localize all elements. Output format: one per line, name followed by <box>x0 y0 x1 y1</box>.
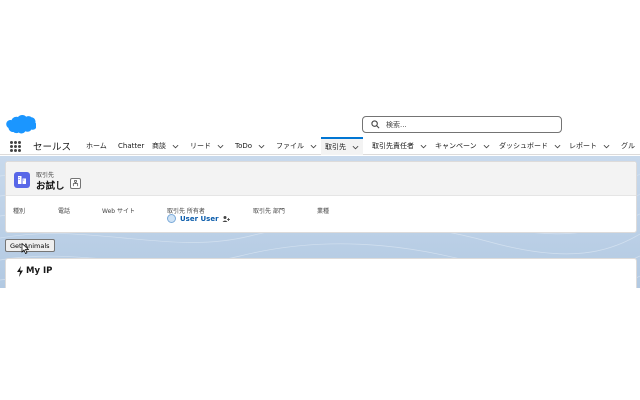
card-title: My IP <box>26 266 53 276</box>
navigation-bar: セールス ホーム Chatter 商談 リード ToDo ファイル 取引先 取引… <box>0 137 640 155</box>
nav-item-todo[interactable]: ToDo <box>235 137 265 155</box>
app-frame: セールス ホーム Chatter 商談 リード ToDo ファイル 取引先 取引… <box>0 0 640 400</box>
nav-item-label: ホーム <box>86 142 107 150</box>
chevron-down-icon[interactable] <box>420 143 427 150</box>
nav-item-files[interactable]: ファイル <box>276 137 317 155</box>
field-label-division: 取引先 部門 <box>253 208 285 215</box>
lightning-icon <box>17 266 23 277</box>
owner-link[interactable]: User User <box>180 215 219 223</box>
field-label-type: 種別 <box>13 208 26 215</box>
chevron-down-icon[interactable] <box>172 143 179 150</box>
my-ip-card: My IP <box>5 258 637 288</box>
nav-item-reports[interactable]: レポート <box>569 137 610 155</box>
hierarchy-icon <box>72 180 79 187</box>
nav-item-opportunities[interactable]: 商談 <box>152 137 179 155</box>
chevron-down-icon[interactable] <box>603 143 610 150</box>
nav-item-label: ToDo <box>235 142 253 150</box>
nav-item-label: Chatter <box>118 142 145 150</box>
nav-item-label: グル <box>621 142 635 150</box>
chevron-down-icon[interactable] <box>352 144 359 151</box>
view-hierarchy-button[interactable] <box>70 178 81 189</box>
search-icon <box>371 120 380 129</box>
nav-item-accounts[interactable]: 取引先 <box>321 137 363 155</box>
nav-item-label: ファイル <box>276 142 304 150</box>
chevron-down-icon[interactable] <box>217 143 224 150</box>
chevron-down-icon[interactable] <box>483 143 490 150</box>
salesforce-cloud-logo[interactable] <box>6 114 36 136</box>
field-label-industry: 業種 <box>317 208 330 215</box>
nav-item-chatter[interactable]: Chatter <box>118 137 144 155</box>
chevron-down-icon[interactable] <box>310 143 317 150</box>
nav-item-label: 取引先 <box>325 143 346 151</box>
nav-item-dashboards[interactable]: ダッシュボード <box>499 137 561 155</box>
nav-item-campaigns[interactable]: キャンペーン <box>435 137 490 155</box>
nav-item-label: ダッシュボード <box>499 142 548 150</box>
field-label-phone: 電話 <box>58 208 71 215</box>
mouse-cursor-icon <box>21 243 29 254</box>
nav-item-label: レポート <box>569 142 597 150</box>
nav-item-home[interactable]: ホーム <box>86 137 107 155</box>
record-header: 取引先 お試し <box>6 162 636 196</box>
chevron-down-icon[interactable] <box>258 143 265 150</box>
get-animals-button[interactable]: Get Animals <box>5 239 55 252</box>
search-input[interactable] <box>386 120 556 129</box>
global-search-box[interactable] <box>362 116 562 133</box>
nav-item-leads[interactable]: リード <box>190 137 224 155</box>
field-label-website: Web サイト <box>102 208 135 215</box>
app-name: セールス <box>33 142 72 153</box>
account-icon <box>14 172 30 188</box>
record-highlights-panel: 取引先 お試し 種別 電話 Web サイト 取引先 所有者 取引先 部門 業種 … <box>5 161 637 233</box>
nav-item-label: リード <box>190 142 211 150</box>
nav-item-label: 取引先責任者 <box>372 142 414 150</box>
chevron-down-icon[interactable] <box>554 143 561 150</box>
change-owner-icon[interactable] <box>222 215 230 223</box>
app-launcher-icon[interactable] <box>10 141 21 152</box>
user-avatar <box>167 214 176 223</box>
nav-item-label: キャンペーン <box>435 142 477 150</box>
nav-item-contacts[interactable]: 取引先責任者 <box>372 137 427 155</box>
nav-item-label: 商談 <box>152 142 166 150</box>
owner-field-value: User User <box>167 214 230 223</box>
record-title: お試し <box>36 181 65 192</box>
nav-item-groups[interactable]: グル <box>621 137 635 155</box>
